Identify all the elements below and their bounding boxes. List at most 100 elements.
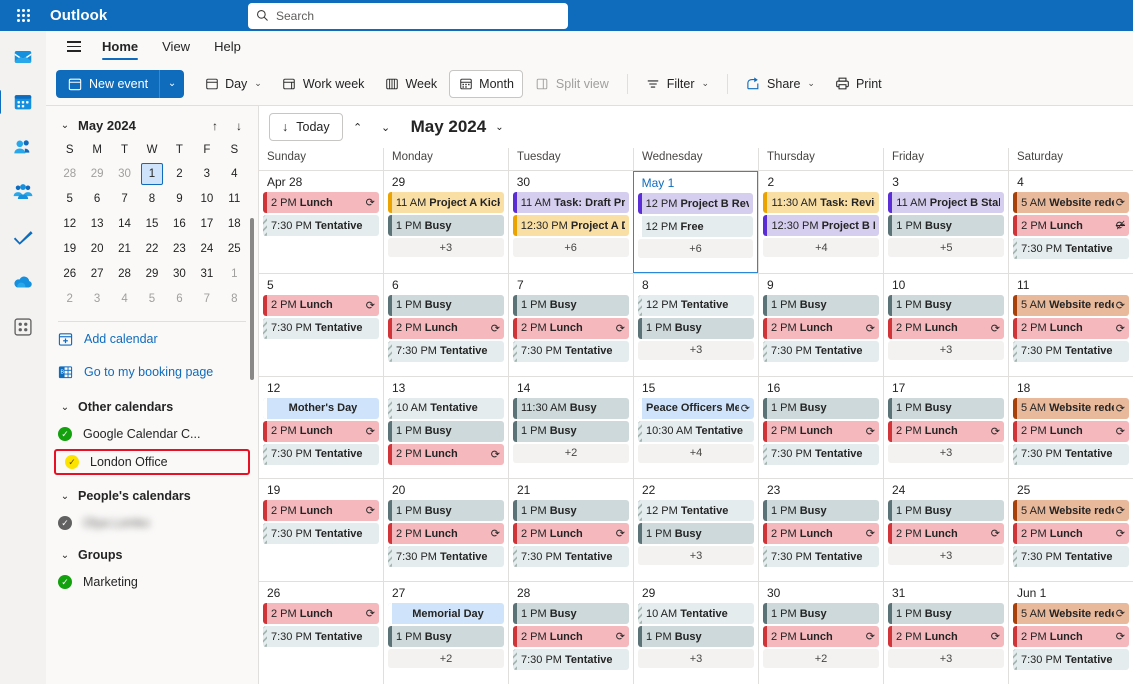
sidebar-section-header[interactable]: ⌄ Other calendars — [46, 388, 258, 421]
sidebar-section-header[interactable]: ⌄ Groups — [46, 536, 258, 569]
rail-item-calendar[interactable] — [0, 86, 39, 118]
mini-calendar-title[interactable]: May 2024 — [78, 118, 200, 133]
calendar-event[interactable]: 5 AM Website redesign⟳ — [1013, 603, 1129, 625]
mini-calendar-grid[interactable]: S M T W T F S 28 29 30 1 2 3 4 5 6 7 8 9 10 11 12 13 14 15 16 17 18… — [46, 139, 258, 311]
calendar-event[interactable]: 2 PM Lunch ⟳ — [763, 626, 879, 648]
view-month-button[interactable]: Month — [449, 69, 523, 98]
mini-cal-day[interactable]: 30 — [111, 162, 138, 186]
mini-cal-day[interactable]: 27 — [83, 262, 110, 286]
mini-cal-day[interactable]: 12 — [56, 212, 83, 236]
calendar-event[interactable]: 1 PM Busy — [888, 397, 1004, 419]
calendar-day-cell[interactable]: 24 1 PM Busy 2 PM Lunch ⟳ +3 — [883, 479, 1008, 582]
rail-item-people[interactable] — [7, 131, 39, 163]
chevron-down-icon[interactable]: ⌄ — [495, 122, 503, 133]
more-events-link[interactable]: +2 — [513, 443, 629, 463]
sidebar-scrollbar[interactable] — [250, 218, 254, 380]
more-events-link[interactable]: +3 — [638, 340, 754, 360]
more-events-link[interactable]: +3 — [387, 238, 504, 257]
app-launcher-icon[interactable] — [0, 0, 46, 31]
calendar-day-cell[interactable]: 27 Memorial Day 1 PM Busy +2 — [383, 582, 508, 684]
calendar-event[interactable]: 2 PM Lunch ⟳ — [388, 317, 504, 339]
mini-cal-day[interactable]: 1 — [138, 162, 165, 186]
mini-cal-day[interactable]: 17 — [193, 212, 220, 236]
calendar-event[interactable]: 1 PM Busy — [888, 603, 1004, 625]
share-button[interactable]: Share ⌄ — [738, 70, 823, 98]
mini-cal-day[interactable]: 29 — [83, 162, 110, 186]
calendar-event[interactable]: 7:30 PM Tentative — [763, 443, 879, 465]
calendar-day-cell[interactable]: 14 11:30 AM Busy 1 PM Busy +2 — [508, 376, 633, 479]
mini-cal-day[interactable]: 1 — [221, 262, 248, 286]
calendar-event[interactable]: 12 PM Tentative — [638, 294, 754, 316]
sidebar-section-header[interactable]: ⌄ People's calendars — [46, 477, 258, 510]
more-events-link[interactable]: +2 — [388, 649, 504, 669]
rail-item-apps[interactable] — [7, 311, 39, 343]
mini-cal-day[interactable]: 3 — [193, 162, 220, 186]
calendar-event[interactable]: 10 AM Tentative — [638, 603, 754, 625]
calendar-event[interactable]: Peace Officers Memorial⟳ — [638, 397, 754, 419]
mini-cal-day[interactable]: 26 — [56, 262, 83, 286]
sidebar-calendar-item[interactable]: ✓ Google Calendar C... — [46, 421, 258, 447]
calendar-event[interactable]: 1 PM Busy — [513, 603, 629, 625]
view-work-week-button[interactable]: Work week — [274, 70, 373, 98]
calendar-event[interactable]: 7:30 PM Tentative — [263, 215, 379, 236]
calendar-event[interactable]: 12:30 PM Project B Loc — [763, 215, 880, 236]
calendar-event[interactable]: 7:30 PM Tentative — [513, 546, 629, 568]
calendar-event[interactable]: 2 PM Lunch ⟳ — [263, 420, 379, 442]
calendar-event[interactable]: 2 PM Lunch ⟳ — [888, 420, 1004, 442]
calendar-event[interactable]: 1 PM Busy — [388, 500, 504, 522]
calendar-event[interactable]: Mother's Day — [263, 397, 379, 419]
calendar-day-cell[interactable]: Apr 28 2 PM Lunch ⟳ 7:30 PM Tentative — [259, 171, 383, 273]
calendar-event[interactable]: 12 PM Project B Review — [637, 193, 754, 214]
calendar-day-cell[interactable]: 5 2 PM Lunch ⟳ 7:30 PM Tentative — [259, 274, 383, 376]
view-day-button[interactable]: Day ⌄ — [196, 70, 270, 98]
arrow-down-icon[interactable]: ↓ — [230, 119, 248, 133]
calendar-event[interactable]: 2 PM Lunch ⟳ — [513, 317, 629, 339]
mini-cal-day[interactable]: 25 — [221, 237, 248, 261]
calendar-day-cell[interactable]: 185 AM Website redesign⟳2 PM Lunch⟳7:30 … — [1008, 376, 1133, 479]
calendar-title[interactable]: May 2024 — [411, 117, 487, 137]
calendar-event[interactable]: 2 PM Lunch ⟳ — [263, 294, 379, 316]
calendar-event[interactable]: 2 PM Lunch ⟳ — [1013, 523, 1129, 545]
calendar-day-cell[interactable]: 4 5 AM Website redesign⟳ 2 PM Lunch ⟳̸7:30 … — [1008, 171, 1133, 273]
calendar-day-cell[interactable]: May 1 12 PM Project B Review 12 PM Free +6 — [632, 171, 759, 273]
calendar-day-cell[interactable]: 22 12 PM Tentative 1 PM Busy +3 — [633, 479, 758, 582]
calendar-event[interactable]: 2 PM Lunch ⟳̸ — [1013, 215, 1130, 236]
rail-item-onedrive[interactable] — [7, 266, 39, 298]
calendar-event[interactable]: 1 PM Busy — [763, 294, 879, 316]
calendar-event[interactable]: 5 AM Website redesign⟳ — [1013, 500, 1129, 522]
calendar-event[interactable]: 7:30 PM Tentative — [1013, 238, 1130, 259]
mini-cal-day[interactable]: 7 — [193, 287, 220, 311]
calendar-checkbox-icon[interactable]: ✓ — [58, 575, 72, 589]
more-events-link[interactable]: +3 — [638, 546, 754, 566]
more-events-link[interactable]: +6 — [637, 239, 754, 258]
more-events-link[interactable]: +2 — [763, 649, 879, 669]
calendar-event[interactable]: 2 PM Lunch ⟳ — [763, 420, 879, 442]
mini-cal-day[interactable]: 30 — [166, 262, 193, 286]
mini-cal-day[interactable]: 5 — [138, 287, 165, 311]
rail-item-groups[interactable] — [7, 176, 39, 208]
calendar-event[interactable]: 10 AM Tentative — [388, 397, 504, 419]
mini-cal-day[interactable]: 13 — [83, 212, 110, 236]
more-events-link[interactable]: +3 — [888, 649, 1004, 669]
calendar-day-cell[interactable]: 17 1 PM Busy 2 PM Lunch ⟳ +3 — [883, 376, 1008, 479]
calendar-event[interactable]: 11:30 AM Task: Review — [763, 192, 880, 213]
mini-cal-day[interactable]: 8 — [221, 287, 248, 311]
calendar-event[interactable]: 1 PM Busy — [513, 294, 629, 316]
mini-cal-day[interactable]: 9 — [166, 187, 193, 211]
calendar-event[interactable]: 11 AM Project A Kickoff — [387, 192, 504, 213]
calendar-day-cell[interactable]: 10 1 PM Busy 2 PM Lunch ⟳ +3 — [883, 273, 1008, 376]
calendar-event[interactable]: 1 PM Busy — [638, 626, 754, 648]
rail-item-mail[interactable] — [7, 41, 39, 73]
calendar-event[interactable]: 1 PM Busy — [388, 626, 504, 648]
mini-cal-day[interactable]: 11 — [221, 187, 248, 211]
mini-cal-day[interactable]: 31 — [193, 262, 220, 286]
mini-cal-day[interactable]: 14 — [111, 212, 138, 236]
mini-cal-day[interactable]: 3 — [83, 287, 110, 311]
calendar-day-cell[interactable]: 30 11 AM Task: Draft Project 12:30 PM Proj… — [507, 171, 633, 273]
booking-page-link[interactable]: B Go to my booking page — [46, 355, 258, 388]
calendar-event[interactable]: 1 PM Busy — [888, 294, 1004, 316]
calendar-event[interactable]: 7:30 PM Tentative — [1013, 443, 1129, 465]
calendar-day-cell[interactable]: 2 11:30 AM Task: Review 12:30 PM Project B… — [758, 171, 883, 273]
calendar-event[interactable]: 2 PM Lunch ⟳ — [763, 523, 879, 545]
calendar-checkbox-icon[interactable]: ✓ — [65, 455, 79, 469]
